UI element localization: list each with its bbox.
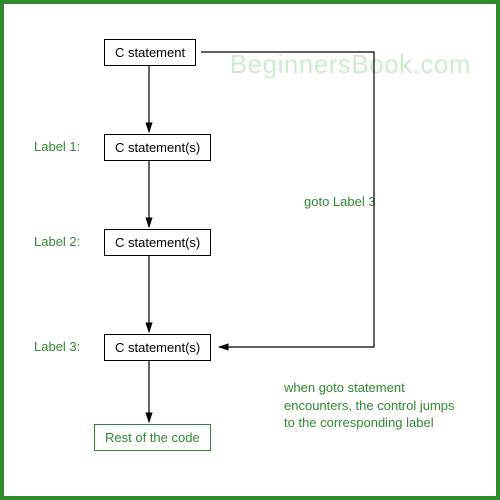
label-3: Label 3: bbox=[34, 339, 80, 354]
box-rest-of-code: Rest of the code bbox=[94, 424, 211, 451]
label-2: Label 2: bbox=[34, 234, 80, 249]
goto-label-text: goto Label 3 bbox=[304, 194, 376, 209]
explanation-note: when goto statement encounters, the cont… bbox=[284, 379, 494, 432]
label-1: Label 1: bbox=[34, 139, 80, 154]
box-c-statement-3: C statement(s) bbox=[104, 229, 211, 256]
box-c-statement-2: C statement(s) bbox=[104, 134, 211, 161]
watermark: BeginnersBook.com bbox=[230, 49, 471, 80]
box-c-statement-4: C statement(s) bbox=[104, 334, 211, 361]
diagram-frame: BeginnersBook.com C statement C statemen… bbox=[0, 0, 500, 500]
box-c-statement-1: C statement bbox=[104, 39, 196, 66]
